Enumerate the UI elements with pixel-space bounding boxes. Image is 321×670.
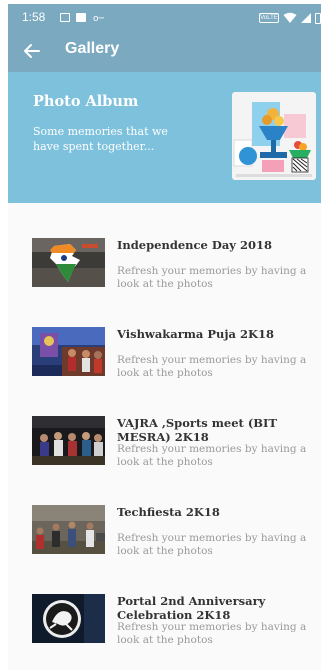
image-icon xyxy=(76,13,86,22)
volte-badge: VoLTE xyxy=(259,13,279,23)
page-title: Gallery xyxy=(65,40,120,57)
album-thumbnail xyxy=(32,416,105,465)
album-list: Independence Day 2018 Refresh your memor… xyxy=(8,203,321,670)
album-subtitle: Refresh your memories by having a look a… xyxy=(117,265,307,290)
key-icon: o─ xyxy=(93,14,104,24)
banner-title: Photo Album xyxy=(33,93,139,110)
album-card-techfiesta[interactable]: Techfiesta 2K18 Refresh your memories by… xyxy=(8,505,321,585)
album-card-vishwakarma-puja[interactable]: Vishwakarma Puja 2K18 Refresh your memor… xyxy=(8,327,321,407)
album-title: Techfiesta 2K18 xyxy=(117,505,220,519)
battery-icon xyxy=(315,13,321,24)
status-bar: 1:58 o─ VoLTE xyxy=(8,4,321,30)
signal-icon xyxy=(301,13,311,23)
album-card-portal-anniversary[interactable]: Portal 2nd Anniversary Celebration 2K18 … xyxy=(8,594,321,670)
album-subtitle: Refresh your memories by having a look a… xyxy=(117,532,307,557)
album-title: VAJRA ,Sports meet (BIT MESRA) 2K18 xyxy=(117,416,277,444)
album-title: Portal 2nd Anniversary Celebration 2K18 xyxy=(117,594,266,622)
album-thumbnail xyxy=(32,238,105,287)
album-title: Vishwakarma Puja 2K18 xyxy=(117,327,275,341)
photo-album-banner: Photo Album Some memories that we have s… xyxy=(8,72,321,203)
album-card-independence-day[interactable]: Independence Day 2018 Refresh your memor… xyxy=(8,238,321,318)
banner-subtitle: Some memories that we have spent togethe… xyxy=(33,125,168,153)
album-subtitle: Refresh your memories by having a look a… xyxy=(117,443,307,468)
album-thumbnail xyxy=(32,327,105,376)
wifi-icon xyxy=(283,12,297,23)
album-thumbnail xyxy=(32,505,105,554)
album-thumbnail xyxy=(32,594,105,643)
image-icon xyxy=(60,13,70,22)
album-card-vajra-sports-meet[interactable]: VAJRA ,Sports meet (BIT MESRA) 2K18 Refr… xyxy=(8,416,321,496)
back-arrow-icon[interactable] xyxy=(22,41,42,61)
app-bar: Gallery xyxy=(8,30,321,72)
album-title: Independence Day 2018 xyxy=(117,238,272,252)
album-subtitle: Refresh your memories by having a look a… xyxy=(117,621,307,646)
status-time: 1:58 xyxy=(22,10,46,24)
album-illustration xyxy=(232,92,316,180)
album-subtitle: Refresh your memories by having a look a… xyxy=(117,354,307,379)
